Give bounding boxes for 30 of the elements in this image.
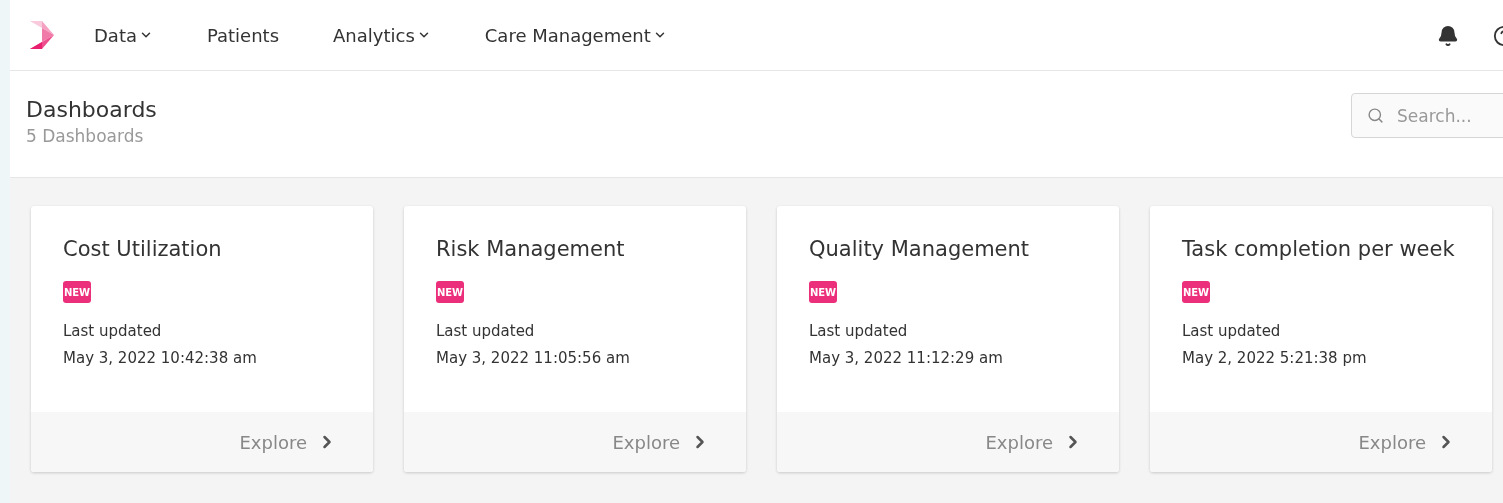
nav-menu-item[interactable]: Data — [94, 21, 153, 49]
last-updated-label: Last updated — [809, 321, 908, 342]
page-title: Dashboards — [26, 96, 157, 124]
dashboard-count: 5 Dashboards — [26, 125, 145, 148]
nav-menu-item[interactable]: Care Management — [484, 21, 667, 49]
dashboard-card[interactable]: Cost Utilization NEW Last updated May 3, 2022 10:42:38 am Explore — [31, 206, 373, 472]
last-updated-date: May 3, 2022 11:12:29 am — [809, 348, 1003, 369]
dashboard-card[interactable]: Quality Management NEW Last updated May 3, 2022 11:12:29 am Explore — [777, 206, 1119, 472]
nav-menu-item[interactable]: Analytics — [333, 21, 431, 49]
dashboard-card[interactable]: Risk Management NEW Last updated May 3, 2022 11:05:56 am Explore — [404, 206, 746, 472]
nav-menu-item[interactable]: Patients — [207, 21, 280, 49]
new-badge: NEW — [809, 281, 837, 303]
card-title: Task completion per week — [1182, 236, 1455, 263]
card-title: Risk Management — [436, 236, 625, 263]
logo-icon[interactable] — [30, 21, 56, 49]
new-badge: NEW — [1182, 281, 1210, 303]
dashboard-card[interactable]: Task completion per week NEW Last updated May 2, 2022 5:21:38 pm Explore — [1150, 206, 1492, 472]
new-badge: NEW — [63, 281, 91, 303]
new-badge: NEW — [436, 281, 464, 303]
last-updated-date: May 2, 2022 5:21:38 pm — [1182, 348, 1367, 369]
last-updated-label: Last updated — [436, 321, 535, 342]
card-title: Quality Management — [809, 236, 1030, 263]
search-icon — [1367, 107, 1384, 124]
card-title: Cost Utilization — [63, 236, 222, 263]
last-updated-label: Last updated — [63, 321, 162, 342]
notification-bell-icon[interactable] — [1437, 25, 1459, 47]
search-field[interactable]: Search... — [1351, 93, 1503, 138]
last-updated-date: May 3, 2022 11:05:56 am — [436, 348, 630, 369]
last-updated-label: Last updated — [1182, 321, 1281, 342]
last-updated-date: May 3, 2022 10:42:38 am — [63, 348, 257, 369]
